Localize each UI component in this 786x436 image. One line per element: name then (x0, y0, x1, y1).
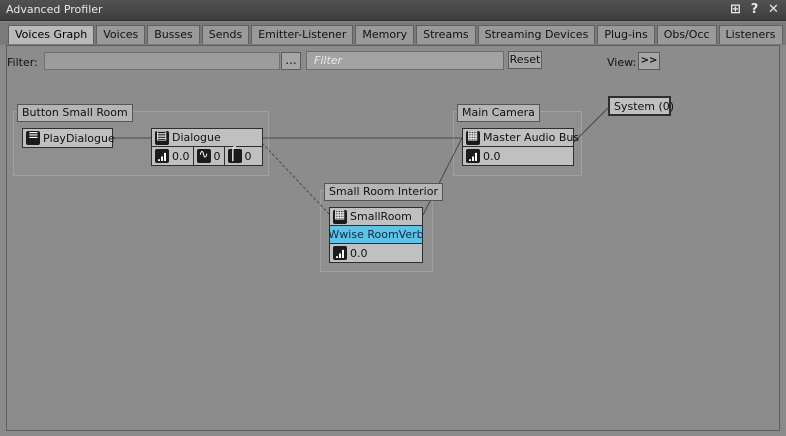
effect-label: Wwise RoomVerb (328, 228, 424, 241)
volume-icon (333, 246, 347, 260)
node-system[interactable]: System (0) (608, 96, 674, 116)
node-header: SmallRoom (330, 207, 422, 226)
volume-icon (466, 149, 480, 163)
advanced-profiler-window: Advanced Profiler ⊞ ? ✕ Voices Graph Voi… (0, 0, 786, 436)
volume-value: 0.0 (483, 149, 501, 163)
event-icon (26, 128, 40, 145)
node-values: 0.0 0 0 (152, 147, 262, 165)
lpf-value: 0 (213, 149, 221, 163)
sound-voice-icon (155, 128, 169, 145)
node-header: Master Audio Bus (463, 128, 579, 147)
node-label: SmallRoom (350, 210, 412, 223)
node-header: Dialogue (152, 128, 262, 147)
node-row: PlayDialogue (23, 128, 115, 147)
lpf-segment: 0 (194, 147, 225, 165)
node-dialogue[interactable]: Dialogue 0.0 0 0 (151, 128, 263, 166)
volume-icon (155, 149, 169, 163)
node-label: Master Audio Bus (483, 131, 580, 144)
link-dialogue-send-smallroom (261, 142, 331, 216)
hpf-value: 0 (244, 149, 252, 163)
node-play-dialogue[interactable]: PlayDialogue (22, 128, 115, 148)
high-pass-icon (227, 147, 242, 163)
hpf-segment: 0 (225, 147, 255, 165)
node-values: 0.0 (463, 147, 573, 165)
group-label-main-camera: Main Camera (457, 104, 540, 122)
node-small-room[interactable]: SmallRoom Wwise RoomVerb 0.0 (328, 207, 424, 263)
node-values: 0.0 (330, 244, 422, 262)
node-label: Dialogue (172, 131, 221, 144)
volume-value: 0.0 (172, 149, 190, 163)
group-label-small-room-interior: Small Room Interior (324, 183, 443, 201)
node-label: System (0) (614, 99, 675, 113)
node-master-audio-bus[interactable]: Master Audio Bus 0.0 (462, 128, 579, 166)
aux-bus-icon (333, 207, 347, 224)
low-pass-icon (196, 147, 211, 163)
volume-value: 0.0 (350, 246, 368, 260)
effect-row: Wwise RoomVerb (328, 226, 424, 244)
group-label-button-small-room: Button Small Room (17, 104, 133, 122)
node-row: System (0) (610, 98, 674, 114)
link-smallroom-to-master (422, 137, 463, 216)
bus-icon (466, 128, 480, 145)
node-label: PlayDialogue (43, 131, 115, 145)
volume-segment: 0.0 (152, 147, 194, 165)
